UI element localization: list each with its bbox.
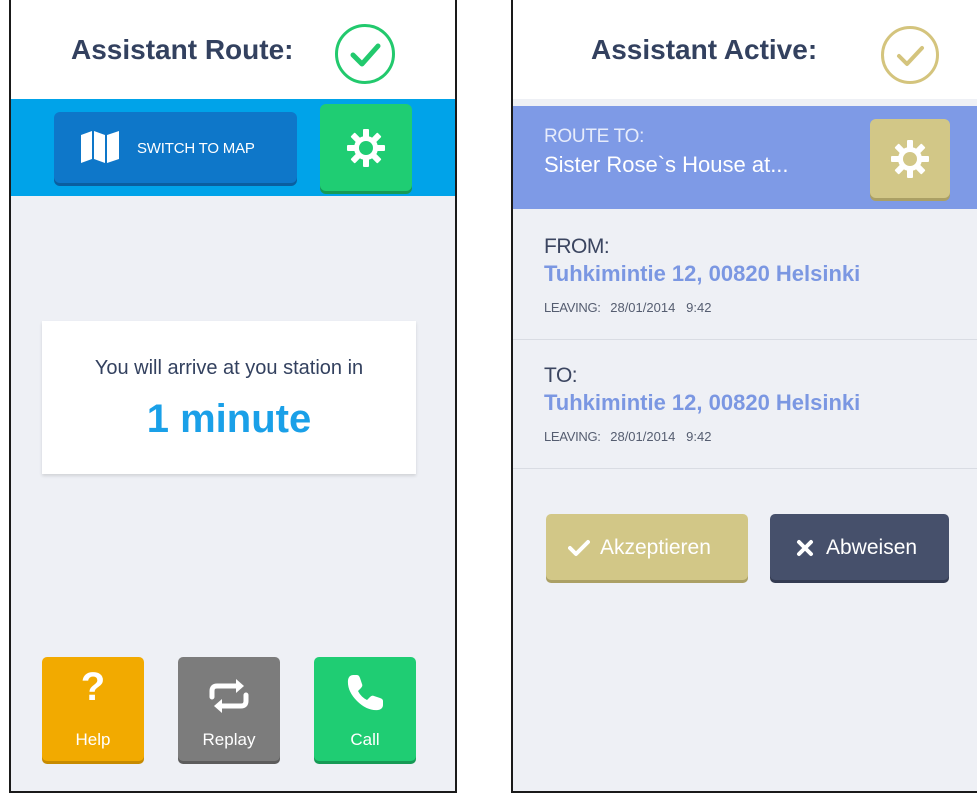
route-bar: ROUTE TO: Sister Rose`s House at... bbox=[513, 106, 977, 209]
route-label: ROUTE TO: bbox=[544, 126, 645, 147]
accept-label: Akzeptieren bbox=[600, 536, 711, 559]
assistant-active-screen: Assistant Active: ROUTE TO: Sister Rose`… bbox=[511, 0, 977, 793]
from-leaving: LEAVING: 28/01/2014 9:42 bbox=[544, 300, 711, 315]
check-circle-icon bbox=[335, 24, 395, 84]
settings-button[interactable] bbox=[870, 119, 950, 198]
header: Assistant Active: bbox=[513, 0, 977, 99]
from-label: FROM: bbox=[544, 235, 610, 258]
check-icon bbox=[568, 540, 590, 556]
check-circle-icon bbox=[881, 26, 939, 84]
page-title: Assistant Active: bbox=[591, 34, 818, 65]
phone-icon bbox=[347, 675, 383, 711]
header: Assistant Route: bbox=[11, 0, 455, 99]
switch-to-map-button[interactable]: SWITCH TO MAP bbox=[54, 112, 297, 183]
replay-button[interactable]: Replay bbox=[178, 657, 280, 761]
help-label: Help bbox=[75, 730, 111, 749]
arrival-card: You will arrive at you station in 1 minu… bbox=[42, 321, 416, 474]
to-section: TO: Tuhkimintie 12, 00820 Helsinki LEAVI… bbox=[513, 340, 977, 469]
reject-button[interactable]: Abweisen bbox=[770, 514, 949, 580]
call-label: Call bbox=[350, 730, 380, 749]
leaving-label: LEAVING: bbox=[544, 429, 601, 444]
from-section: FROM: Tuhkimintie 12, 00820 Helsinki LEA… bbox=[513, 211, 977, 340]
arrival-time: 1 minute bbox=[146, 397, 312, 441]
gear-icon bbox=[891, 140, 929, 178]
gear-icon bbox=[347, 129, 385, 167]
close-icon bbox=[797, 540, 813, 556]
switch-to-map-label: SWITCH TO MAP bbox=[137, 140, 255, 157]
leaving-value: 28/01/2014 9:42 bbox=[610, 429, 712, 444]
replay-label: Replay bbox=[202, 730, 256, 749]
to-label: TO: bbox=[544, 364, 578, 387]
arrival-message: You will arrive at you station in bbox=[94, 357, 364, 379]
map-icon bbox=[81, 131, 119, 163]
accept-button[interactable]: Akzeptieren bbox=[546, 514, 748, 580]
question-icon: ? bbox=[80, 665, 106, 709]
from-address[interactable]: Tuhkimintie 12, 00820 Helsinki bbox=[544, 261, 860, 287]
reject-label: Abweisen bbox=[826, 536, 918, 559]
page-title: Assistant Route: bbox=[71, 34, 294, 65]
route-destination: Sister Rose`s House at... bbox=[544, 152, 789, 177]
repeat-icon bbox=[209, 679, 249, 713]
to-address[interactable]: Tuhkimintie 12, 00820 Helsinki bbox=[544, 390, 860, 416]
toolbar: SWITCH TO MAP bbox=[11, 99, 455, 196]
to-leaving: LEAVING: 28/01/2014 9:42 bbox=[544, 429, 711, 444]
call-button[interactable]: Call bbox=[314, 657, 416, 761]
leaving-label: LEAVING: bbox=[544, 300, 601, 315]
leaving-value: 28/01/2014 9:42 bbox=[610, 300, 712, 315]
help-button[interactable]: ? Help bbox=[42, 657, 144, 761]
assistant-route-screen: Assistant Route: SWITCH TO MAP You will … bbox=[9, 0, 457, 793]
settings-button[interactable] bbox=[320, 104, 412, 191]
